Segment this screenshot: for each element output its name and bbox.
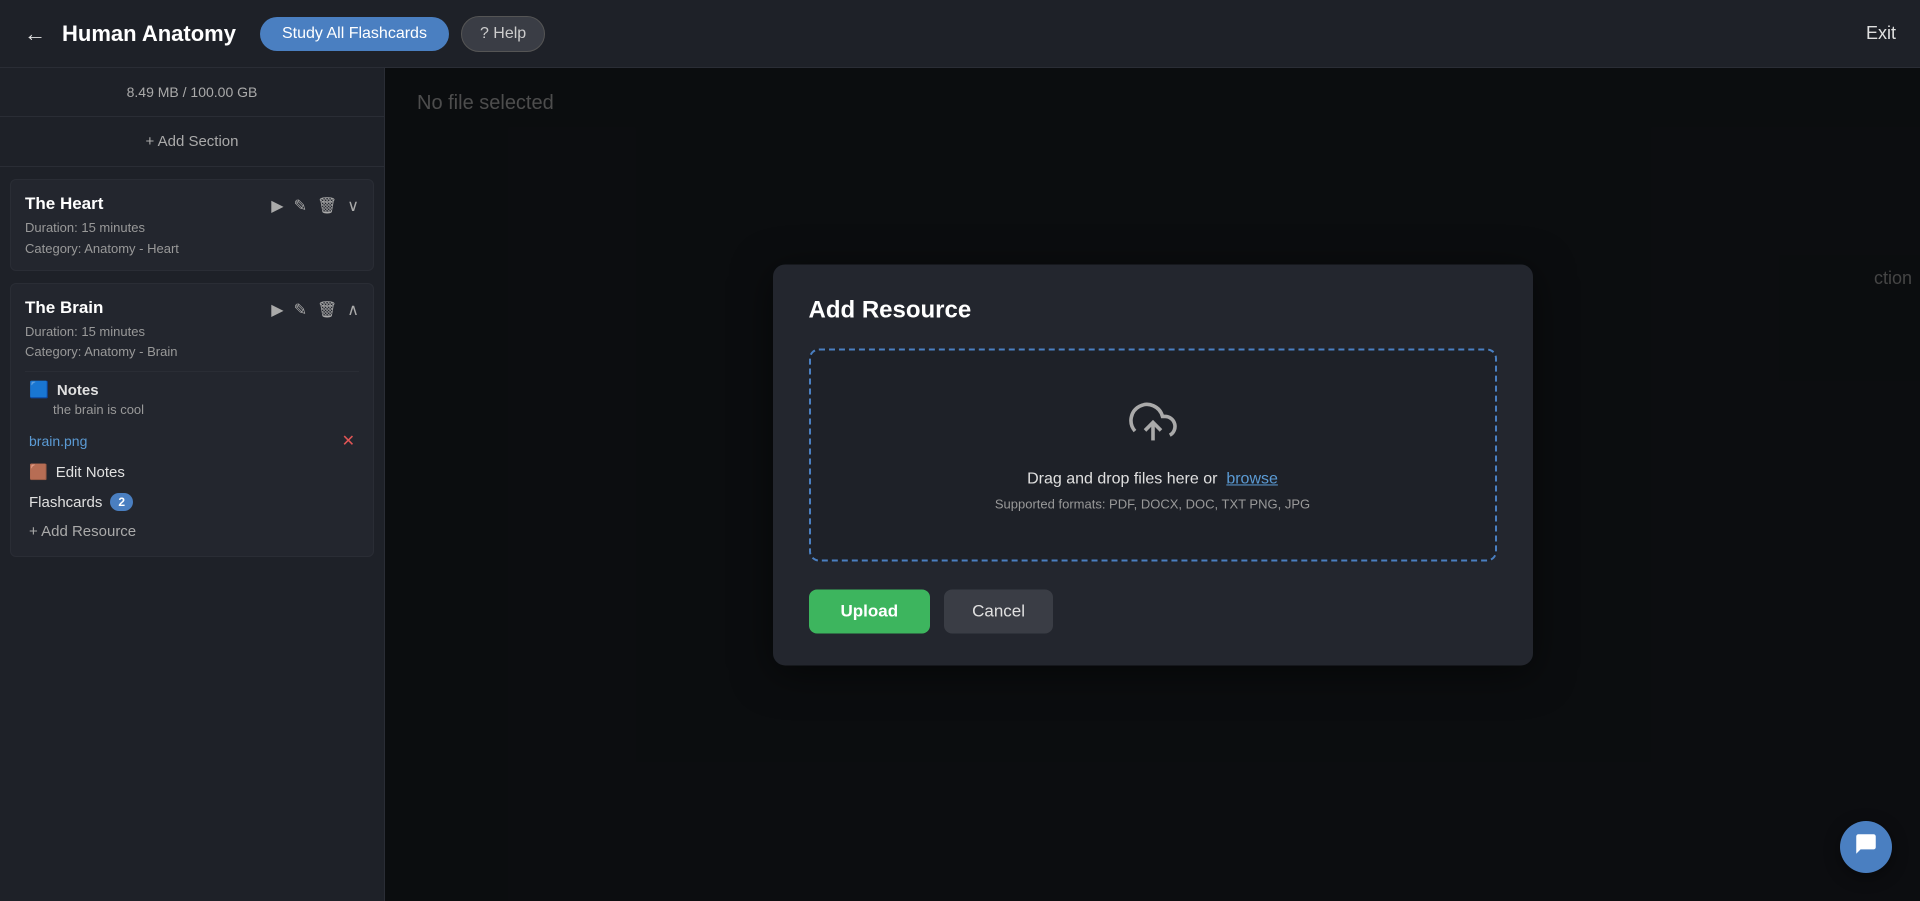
back-button[interactable]: ← (24, 21, 46, 47)
storage-display: 8.49 MB / 100.00 GB (0, 68, 384, 117)
exit-button[interactable]: Exit (1866, 23, 1896, 44)
study-flashcards-button[interactable]: Study All Flashcards (260, 17, 449, 51)
delete-icon-brain[interactable]: 🗑 (317, 300, 337, 320)
section-name-brain: The Brain (25, 298, 271, 318)
drop-zone[interactable]: Drag and drop files here or browse Suppo… (809, 348, 1497, 561)
sidebar: 8.49 MB / 100.00 GB + Add Section The He… (0, 68, 385, 901)
chat-bubble-button[interactable] (1840, 821, 1892, 873)
file-name-brain[interactable]: brain.png (29, 433, 87, 449)
notes-section: 🟦 Notes the brain is cool (25, 371, 359, 425)
delete-icon-heart[interactable]: 🗑 (317, 196, 337, 216)
file-delete-icon[interactable]: ✕ (342, 431, 355, 451)
section-duration-heart: Duration: 15 minutes (25, 218, 271, 239)
flashcards-label: Flashcards (29, 494, 102, 511)
header: ← Human Anatomy Study All Flashcards ? H… (0, 0, 1920, 68)
file-item-brain: brain.png ✕ (25, 425, 359, 457)
section-category-brain: Category: Anatomy - Brain (25, 342, 271, 363)
main-content: No file selected ction Add Resource Drag… (385, 68, 1920, 901)
help-button[interactable]: ? Help (461, 16, 545, 52)
edit-icon-heart[interactable]: ✎ (294, 196, 307, 216)
upload-button[interactable]: Upload (809, 589, 931, 633)
flashcards-item[interactable]: Flashcards 2 (25, 487, 359, 517)
add-resource-modal: Add Resource Drag and drop files here or… (773, 264, 1533, 665)
browse-link[interactable]: browse (1226, 470, 1278, 487)
collapse-icon-brain[interactable]: ∧ (347, 300, 359, 320)
add-resource-label: + Add Resource (29, 523, 136, 540)
edit-notes-icon: 🟫 (29, 463, 48, 481)
section-card-brain: The Brain Duration: 15 minutes Category:… (10, 283, 374, 558)
section-card-heart: The Heart Duration: 15 minutes Category:… (10, 179, 374, 271)
page-title: Human Anatomy (62, 21, 236, 47)
layout: 8.49 MB / 100.00 GB + Add Section The He… (0, 68, 1920, 901)
play-icon-brain[interactable]: ▶ (271, 300, 283, 320)
drop-text: Drag and drop files here or browse (835, 470, 1471, 488)
formats-text: Supported formats: PDF, DOCX, DOC, TXT P… (835, 496, 1471, 511)
chat-bubble-icon (1853, 831, 1879, 863)
edit-notes-label: Edit Notes (56, 464, 125, 481)
notes-label: Notes (57, 382, 99, 399)
notes-content: the brain is cool (29, 402, 355, 417)
upload-icon (835, 398, 1471, 456)
cancel-button[interactable]: Cancel (944, 589, 1053, 633)
edit-icon-brain[interactable]: ✎ (294, 300, 307, 320)
modal-actions: Upload Cancel (809, 589, 1497, 633)
notes-icon: 🟦 (29, 380, 49, 400)
section-duration-brain: Duration: 15 minutes (25, 322, 271, 343)
edit-notes-button[interactable]: 🟫 Edit Notes (25, 457, 359, 487)
play-icon-heart[interactable]: ▶ (271, 196, 283, 216)
add-section-button[interactable]: + Add Section (0, 117, 384, 167)
modal-title: Add Resource (809, 296, 1497, 324)
section-name-heart: The Heart (25, 194, 271, 214)
flashcards-badge: 2 (110, 493, 133, 511)
expand-icon-heart[interactable]: ∨ (347, 196, 359, 216)
section-category-heart: Category: Anatomy - Heart (25, 239, 271, 260)
add-resource-button[interactable]: + Add Resource (25, 517, 359, 546)
